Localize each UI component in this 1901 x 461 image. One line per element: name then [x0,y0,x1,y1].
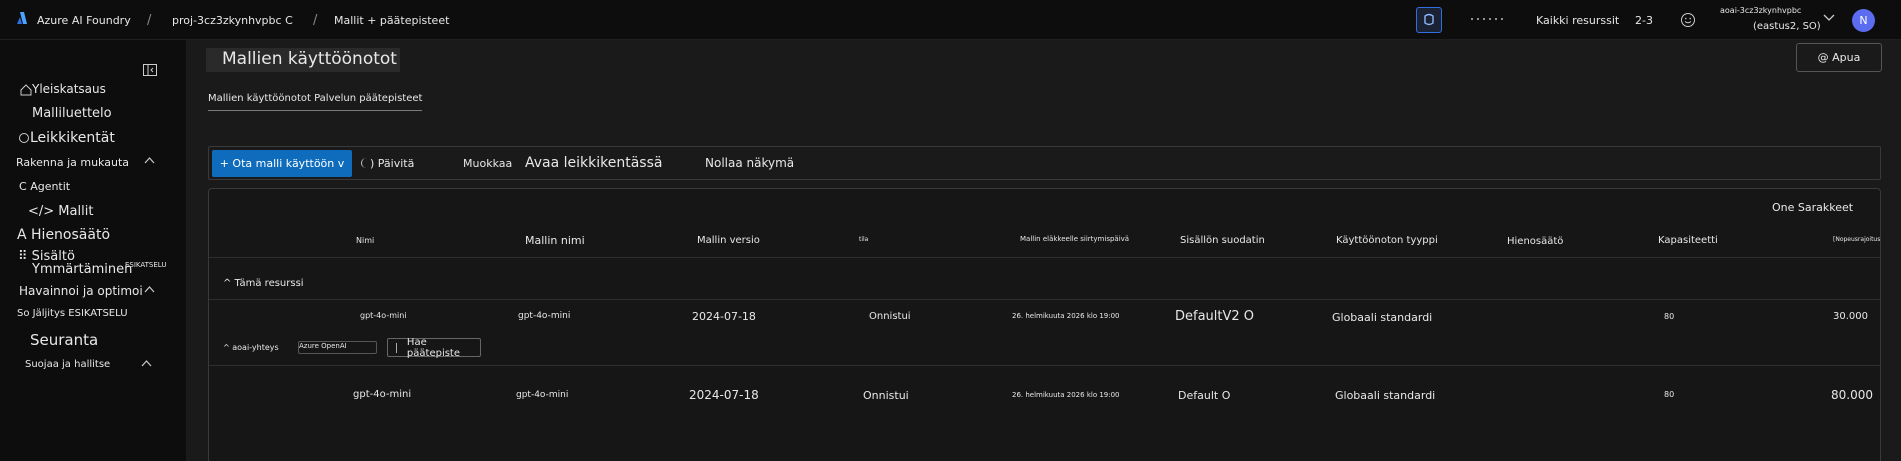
row-divider [209,257,1880,258]
page-breadcrumb[interactable]: Mallit + päätepisteet [334,14,449,27]
row-divider [209,299,1880,300]
sidebar-item-monitoring[interactable]: Seuranta [30,331,98,349]
avatar[interactable]: N [1852,9,1875,32]
sidebar-item-overview[interactable]: Yleiskatsaus [20,82,106,96]
main-content: Mallien käyttöönotot @ Apua Mallien käyt… [186,40,1901,461]
tab-model-deployments[interactable]: Mallien käyttöönotot Palvelun päätepiste… [208,91,423,111]
section-observe-optimize[interactable]: Havainnoi ja optimoi [19,284,143,298]
column-header-fine-tuning[interactable]: Hienosäätö [1507,236,1563,247]
breadcrumb-separator: / [313,13,318,28]
smiley-icon[interactable] [1680,12,1696,28]
cell-name[interactable]: gpt-4o-mini [353,389,411,400]
column-header-capacity[interactable]: Kapasiteetti [1658,235,1718,246]
endpoint-icon [396,342,399,353]
cell-state: Onnistui [869,311,911,322]
cell-model-name: gpt-4o-mini [518,311,571,321]
deployments-table: One Sarakkeet Nimi Mallin nimi Mallin ve… [208,188,1881,461]
cell-retirement-date: 26. helmikuuta 2026 klo 19:00 [1012,312,1120,320]
sidebar-item-fine-tuning[interactable]: A Hienosäätö [17,227,110,243]
copilot-button[interactable] [1416,7,1442,33]
row-divider [209,365,1880,366]
home-icon [20,83,32,96]
chat-icon [18,132,30,144]
cell-rate-limit: 80.000 [1831,388,1873,402]
account-name: aoai-3cz3zkynhvpbc [1720,6,1802,15]
cell-rate-limit: 30.000 [1833,311,1868,322]
sidebar-item-playgrounds[interactable]: Leikkikentät [18,130,115,146]
group-toggle-this-resource[interactable]: ^ Tämä resurssi [223,278,304,289]
chevron-up-icon[interactable] [144,286,155,293]
column-header-model-name[interactable]: Mallin nimi [525,234,585,247]
dots-icon[interactable] [1470,15,1506,23]
chevron-up-icon[interactable] [144,157,155,164]
sidebar-item-agents[interactable]: C Agentit [19,180,70,193]
cell-retirement-date: 26. helmikuuta 2026 klo 19:00 [1012,391,1120,399]
brand-link[interactable]: Azure AI Foundry [37,14,131,27]
cell-capacity: 80 [1664,390,1675,399]
copilot-icon [1422,13,1436,27]
sidebar-item-tracing[interactable]: So Jäljitys ESIKATSELU [17,308,128,319]
top-bar: Azure AI Foundry / proj-3cz3zkynhvpbc C … [0,0,1901,40]
project-breadcrumb[interactable]: proj-3cz3zkynhvpbc C [172,14,293,27]
section-build-customize[interactable]: Rakenna ja mukauta [16,156,129,169]
columns-button[interactable]: One Sarakkeet [1772,201,1853,214]
connection-toggle[interactable]: ^ aoai-yhteys [223,343,279,352]
cell-deployment-type: Globaali standardi [1332,311,1433,324]
cell-state: Onnistui [863,389,909,402]
column-header-retirement-date[interactable]: Mallin eläkkeelle siirtymispäivä [1020,235,1129,243]
cell-content-filter[interactable]: Default O [1178,389,1230,402]
cell-model-name: gpt-4o-mini [516,390,569,400]
sidebar-item-model-catalog[interactable]: Malliluettelo [32,106,112,121]
content-icon: ⠿ [18,249,32,264]
connection-type-chip: Azure OpenAI [298,341,377,354]
deploy-model-button[interactable]: + Ota malli käyttöön v [212,150,352,177]
chevron-up-icon[interactable] [141,360,152,367]
cell-model-version: 2024-07-18 [692,310,756,323]
preview-badge: ESIKATSELU [125,261,167,269]
azure-logo-icon [16,11,28,25]
edit-button[interactable]: Muokkaa [463,147,512,179]
breadcrumb-separator: / [147,13,152,28]
refresh-button[interactable]: ) Päivitä [361,147,414,179]
sidebar: Yleiskatsaus Malliluettelo Leikkikentät … [0,40,186,461]
column-header-deployment-type[interactable]: Käyttöönoton tyyppi [1336,235,1438,246]
sidebar-item-understanding-label: Ymmärtäminen [32,262,133,277]
get-endpoint-button[interactable]: Hae päätepiste [387,337,481,359]
all-resources-link[interactable]: Kaikki resurssit [1536,14,1619,27]
collapse-sidebar-icon[interactable] [143,64,157,76]
toolbar: + Ota malli käyttöön v ) Päivitä Muokkaa… [208,146,1881,180]
column-header-state[interactable]: tila [859,236,868,243]
column-header-content-filter[interactable]: Sisällön suodatin [1180,235,1265,246]
help-button[interactable]: @ Apua [1796,43,1882,72]
column-header-name[interactable]: Nimi [356,236,374,245]
account-region: (eastus2, SO) [1753,21,1821,32]
cell-capacity: 80 [1664,312,1675,321]
cell-content-filter[interactable]: DefaultV2 O [1175,309,1254,324]
resource-counter: 2-3 [1635,14,1653,27]
refresh-icon [361,158,369,168]
sidebar-item-models[interactable]: </> Mallit [28,204,93,219]
section-protect-govern[interactable]: Suojaa ja hallitse [25,359,110,370]
chevron-down-icon[interactable] [1823,14,1835,22]
column-header-rate-limit[interactable]: [Nopeusrajoitus [1833,236,1880,243]
reset-view-button[interactable]: Nollaa näkymä [705,147,794,179]
cell-deployment-type: Globaali standardi [1335,389,1436,402]
open-in-playground-button[interactable]: Avaa leikkikentässä [525,147,662,179]
column-header-model-version[interactable]: Mallin versio [697,235,760,246]
cell-name[interactable]: gpt-4o-mini [360,311,407,320]
cell-model-version: 2024-07-18 [689,388,759,402]
page-title: Mallien käyttöönotot [206,48,400,72]
agent-icon: C [19,180,31,193]
